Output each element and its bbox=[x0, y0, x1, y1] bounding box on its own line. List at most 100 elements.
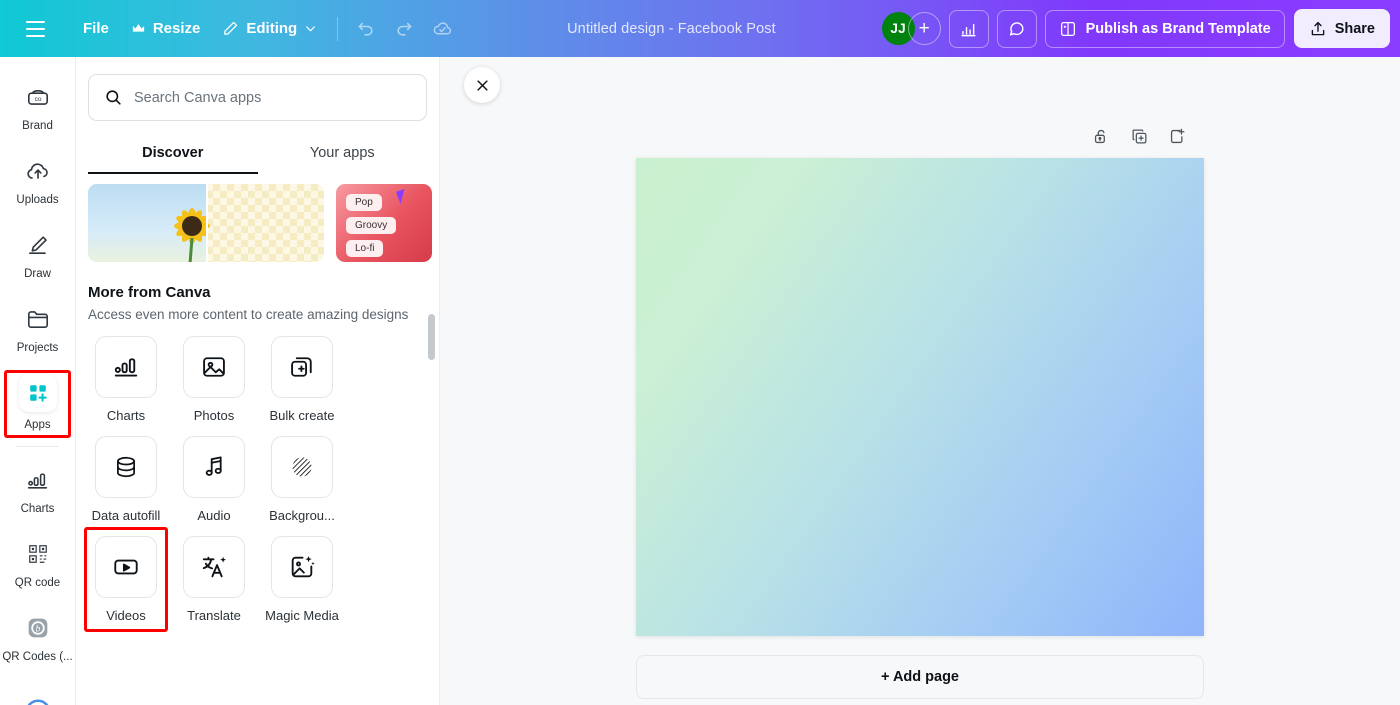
charts-icon bbox=[95, 336, 157, 398]
app-item-translate[interactable]: Translate bbox=[176, 535, 252, 626]
apps-panel: Discover Your apps bbox=[76, 57, 440, 705]
add-collaborator-button[interactable]: + bbox=[907, 12, 941, 45]
sidebar-item-partial[interactable] bbox=[0, 675, 75, 705]
toolbar-divider bbox=[337, 16, 339, 41]
cloud-sync-icon[interactable] bbox=[423, 10, 461, 48]
tab-discover[interactable]: Discover bbox=[88, 139, 258, 174]
app-grid: Charts Photos Bulk create Data autofill … bbox=[84, 336, 427, 636]
charts-icon bbox=[22, 464, 54, 496]
panel-tabs: Discover Your apps bbox=[76, 139, 439, 174]
sidebar-item-qr-code[interactable]: QR code bbox=[0, 527, 75, 601]
close-icon[interactable] bbox=[464, 67, 500, 103]
bar-chart-icon bbox=[959, 19, 978, 38]
database-icon bbox=[95, 435, 157, 498]
design-canvas[interactable] bbox=[636, 158, 1204, 636]
duplicate-icon bbox=[1130, 127, 1149, 146]
carousel-card-background-remover[interactable] bbox=[88, 184, 324, 262]
preset-chip: Lo-fi bbox=[346, 240, 384, 257]
panel-scrollbar[interactable] bbox=[428, 314, 435, 360]
undo-icon[interactable] bbox=[347, 10, 385, 48]
sidebar-item-label: Projects bbox=[16, 342, 59, 355]
featured-carousel: Pop Groovy Lo-fi bbox=[88, 184, 432, 262]
app-label: Data autofill bbox=[91, 507, 161, 523]
add-page-bar[interactable]: + Add page bbox=[636, 655, 1204, 699]
hamburger-icon[interactable] bbox=[18, 12, 52, 46]
svg-text:co: co bbox=[34, 96, 41, 103]
sidebar-item-label: QR code bbox=[14, 577, 61, 590]
canvas-stage: + Add page bbox=[440, 57, 1400, 705]
section-subtitle: Access even more content to create amazi… bbox=[88, 307, 409, 322]
app-label: Charts bbox=[106, 408, 146, 423]
top-bar: File Resize Editing Untitled design - Fa… bbox=[0, 0, 1400, 57]
publish-as-brand-template-button[interactable]: Publish as Brand Template bbox=[1044, 9, 1285, 48]
pencil-icon bbox=[222, 20, 239, 37]
app-item-audio[interactable]: Audio bbox=[176, 435, 252, 526]
sidebar-item-charts[interactable]: Charts bbox=[0, 453, 75, 527]
redo-icon[interactable] bbox=[385, 10, 423, 48]
qr-codes-app-icon: b bbox=[22, 612, 54, 644]
panel-scroll-area: Pop Groovy Lo-fi More from Canva Access … bbox=[76, 174, 439, 705]
tab-your-apps[interactable]: Your apps bbox=[258, 139, 428, 174]
app-label: Backgrou... bbox=[269, 507, 335, 523]
music-note-icon bbox=[183, 435, 245, 498]
app-item-data-autofill[interactable]: Data autofill bbox=[88, 435, 164, 526]
duplicate-page-button[interactable] bbox=[1126, 123, 1152, 149]
app-item-bulk-create[interactable]: Bulk create bbox=[264, 336, 340, 426]
sidebar-item-label: Charts bbox=[20, 503, 55, 516]
sidebar-item-label: QR Codes (... bbox=[2, 651, 73, 664]
insights-button[interactable] bbox=[948, 9, 989, 48]
sidebar-item-projects[interactable]: Projects bbox=[0, 292, 75, 366]
app-item-videos[interactable]: Videos bbox=[84, 526, 168, 632]
brand-icon: co bbox=[22, 81, 54, 113]
before-after-divider bbox=[206, 184, 208, 262]
preset-chip: Groovy bbox=[346, 217, 397, 234]
brand-template-icon bbox=[1059, 20, 1077, 38]
sidebar-item-brand[interactable]: co Brand bbox=[0, 70, 75, 144]
crown-icon bbox=[131, 21, 146, 36]
sidebar-item-qr-codes-app[interactable]: b QR Codes (... bbox=[0, 601, 75, 675]
rail-divider bbox=[16, 446, 59, 447]
topbar-left-group: File Resize Editing bbox=[18, 10, 461, 48]
carousel-card-style-presets[interactable]: Pop Groovy Lo-fi bbox=[336, 184, 432, 262]
sidebar-item-label: Draw bbox=[24, 268, 51, 281]
file-menu-button[interactable]: File bbox=[72, 11, 120, 47]
app-item-charts[interactable]: Charts bbox=[88, 336, 164, 426]
design-title[interactable]: Untitled design - Facebook Post bbox=[461, 21, 881, 37]
folder-icon bbox=[22, 303, 54, 335]
draw-pen-icon bbox=[22, 229, 54, 261]
section-title: More from Canva bbox=[88, 284, 211, 301]
add-page-icon bbox=[1168, 127, 1187, 146]
lock-page-button[interactable] bbox=[1088, 123, 1114, 149]
resize-button[interactable]: Resize bbox=[120, 11, 212, 47]
qr-code-icon bbox=[22, 538, 54, 570]
preset-chip: Pop bbox=[346, 194, 382, 211]
topbar-right-group: JJ + Publish as Brand Template Share bbox=[881, 9, 1390, 48]
share-button[interactable]: Share bbox=[1293, 9, 1390, 48]
share-label: Share bbox=[1334, 20, 1375, 37]
editing-mode-button[interactable]: Editing bbox=[211, 11, 328, 47]
editing-label: Editing bbox=[246, 20, 298, 37]
add-page-button[interactable] bbox=[1164, 123, 1190, 149]
search-wrapper bbox=[76, 57, 439, 121]
page-tools bbox=[636, 123, 1204, 149]
sidebar-item-apps[interactable]: Apps bbox=[0, 366, 75, 440]
app-item-background[interactable]: Backgrou... bbox=[264, 435, 340, 526]
search-icon bbox=[104, 88, 123, 107]
translate-icon bbox=[183, 535, 245, 598]
sidebar-item-uploads[interactable]: Uploads bbox=[0, 144, 75, 218]
search-input[interactable] bbox=[134, 89, 411, 106]
upload-icon bbox=[1309, 20, 1327, 38]
search-box[interactable] bbox=[88, 74, 427, 121]
app-label: Magic Media bbox=[265, 607, 339, 623]
sunflower-image bbox=[173, 208, 210, 262]
app-item-photos[interactable]: Photos bbox=[176, 336, 252, 426]
background-icon bbox=[271, 435, 333, 498]
comment-button[interactable] bbox=[996, 9, 1037, 48]
app-label: Audio bbox=[197, 507, 231, 523]
sidebar-item-label: Brand bbox=[22, 120, 53, 133]
app-item-magic-media[interactable]: Magic Media bbox=[264, 535, 340, 626]
sidebar-item-draw[interactable]: Draw bbox=[0, 218, 75, 292]
magic-media-icon bbox=[271, 535, 333, 598]
image-icon bbox=[183, 336, 245, 398]
partial-app-icon bbox=[22, 696, 54, 705]
